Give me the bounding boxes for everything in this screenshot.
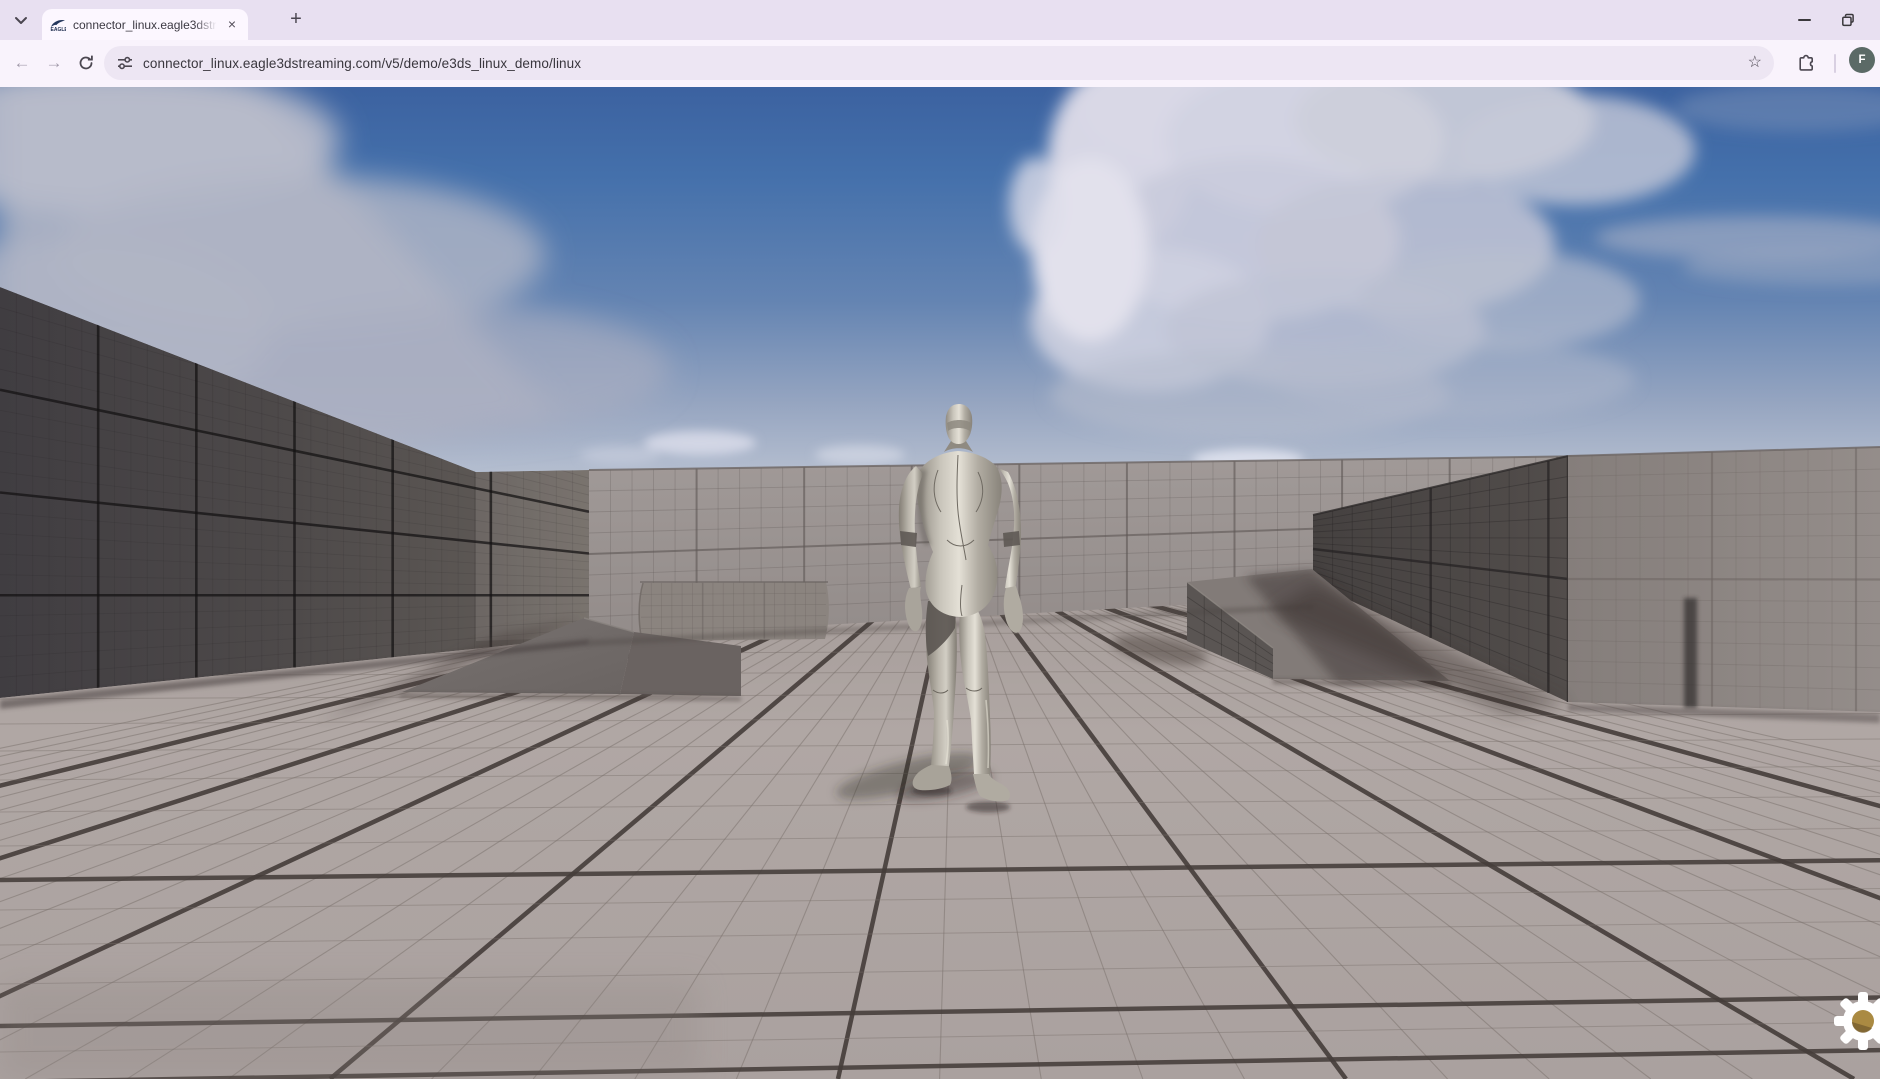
character-torso <box>917 441 1002 617</box>
puzzle-icon <box>1797 53 1817 73</box>
window-restore-button[interactable] <box>1836 8 1860 32</box>
extensions-button[interactable] <box>1797 53 1817 73</box>
tab-strip: EAGLE connector_linux.eagle3dstreami × + <box>0 0 1880 40</box>
active-tab[interactable]: EAGLE connector_linux.eagle3dstreami × <box>42 9 248 40</box>
tab-search-button[interactable] <box>10 9 32 31</box>
streaming-viewport[interactable] <box>0 0 1880 1079</box>
character-head <box>946 404 973 444</box>
right-wall-light-face <box>1568 447 1880 712</box>
browser-chrome: EAGLE connector_linux.eagle3dstreami × +… <box>0 0 1880 87</box>
profile-avatar[interactable]: F <box>1849 47 1875 73</box>
url-text[interactable]: connector_linux.eagle3dstreaming.com/v5/… <box>143 56 581 71</box>
forward-button[interactable]: → <box>40 46 68 80</box>
restore-icon <box>1840 12 1856 28</box>
favicon-label: EAGLE <box>51 27 67 33</box>
new-tab-button[interactable]: + <box>284 8 308 32</box>
tab-close-button[interactable]: × <box>224 17 240 33</box>
tab-title: connector_linux.eagle3dstreami <box>73 18 217 32</box>
browser-toolbar: ← → connector_linux.eagle3dstreaming.com… <box>0 40 1880 87</box>
window-minimize-button[interactable] <box>1792 8 1816 32</box>
reload-icon <box>76 53 96 73</box>
site-settings-icon[interactable] <box>116 54 134 72</box>
bookmark-star-button[interactable]: ☆ <box>1748 46 1762 80</box>
chevron-down-icon <box>10 9 32 31</box>
toolbar-divider <box>1834 54 1836 73</box>
back-button[interactable]: ← <box>8 46 36 80</box>
eagle-favicon-icon: EAGLE <box>50 17 66 33</box>
omnibox[interactable]: connector_linux.eagle3dstreaming.com/v5/… <box>104 46 1774 80</box>
reload-button[interactable] <box>72 53 100 73</box>
minimize-icon <box>1798 19 1811 21</box>
